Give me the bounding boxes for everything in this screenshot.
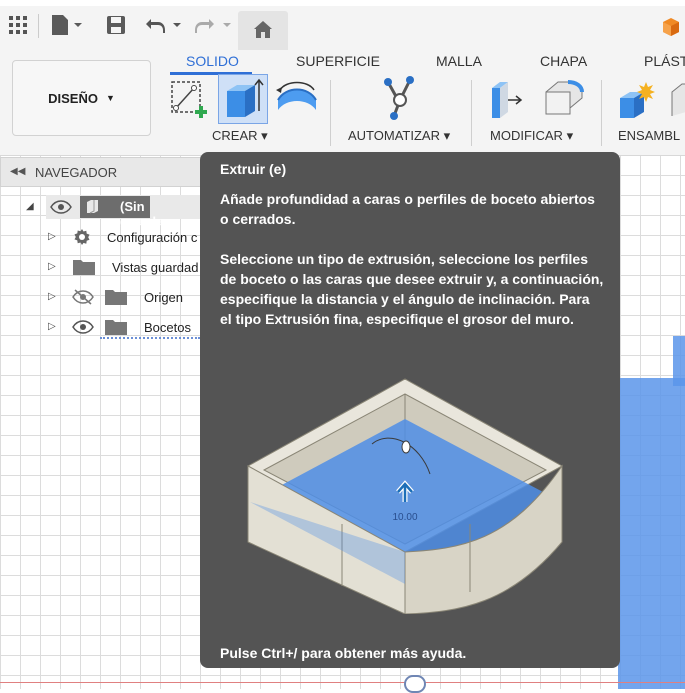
workspace-dropdown[interactable]: DISEÑO ▼ xyxy=(12,60,151,136)
browser-root-node[interactable]: (Sin guardar xyxy=(50,195,168,229)
folder-icon xyxy=(105,320,127,335)
sketch-icon xyxy=(171,81,207,118)
browser-item-configuracion[interactable]: Configuración c xyxy=(72,225,197,249)
folder-icon xyxy=(105,290,127,305)
browser-title: NAVEGADOR xyxy=(35,165,118,180)
browser-item-vistas[interactable]: Vistas guardad xyxy=(72,255,199,279)
browser-item-label: Configuración c xyxy=(107,229,198,245)
tab-solido[interactable]: SOLIDO xyxy=(186,53,239,69)
home-tab[interactable] xyxy=(238,11,288,50)
fillet-button[interactable] xyxy=(540,76,588,122)
save-icon[interactable] xyxy=(104,10,128,40)
joint-button[interactable] xyxy=(670,80,685,120)
origin-marker xyxy=(404,675,426,693)
press-pull-button[interactable] xyxy=(486,78,532,122)
tab-malla[interactable]: MALLA xyxy=(436,53,482,69)
chevron-down-icon: ▼ xyxy=(105,93,115,103)
extrude-illustration: 10.00 xyxy=(246,378,564,614)
tab-chapa[interactable]: CHAPA xyxy=(540,53,587,69)
sketch-profile[interactable] xyxy=(618,378,685,689)
visibility-eye-icon[interactable] xyxy=(50,199,72,215)
x-axis-line xyxy=(0,682,685,683)
revolve-icon xyxy=(276,81,317,110)
file-icon[interactable] xyxy=(48,10,88,40)
joint-icon xyxy=(671,83,685,116)
extrude-tooltip: Extruir (e) Añade profundidad a caras o … xyxy=(200,152,620,668)
expand-icon[interactable]: ▷ xyxy=(48,291,56,302)
new-component-icon xyxy=(620,82,655,118)
quick-access-bar xyxy=(0,0,685,51)
browser-item-label: Origen xyxy=(144,289,184,305)
redo-icon[interactable] xyxy=(194,10,234,40)
tab-plastico[interactable]: PLÁST xyxy=(644,53,685,69)
document-icon xyxy=(87,200,98,214)
browser-item-origen[interactable]: Origen xyxy=(72,285,183,309)
group-modificar-label[interactable]: MODIFICAR ▾ xyxy=(490,128,573,144)
tab-superficie[interactable]: SUPERFICIE xyxy=(296,53,380,69)
expand-icon[interactable]: ▷ xyxy=(48,321,56,332)
collapse-root-icon[interactable]: ◢ xyxy=(26,201,34,212)
sketch-profile-top[interactable] xyxy=(673,336,685,386)
tooltip-description: Añade profundidad a caras o perfiles de … xyxy=(220,191,595,227)
extrude-distance-label: 10.00 xyxy=(392,512,417,523)
expand-icon[interactable]: ▷ xyxy=(48,231,56,242)
new-component-button[interactable] xyxy=(612,78,658,122)
browser-item-label: Bocetos xyxy=(144,319,191,335)
revolve-button[interactable] xyxy=(272,78,322,120)
undo-icon[interactable] xyxy=(144,10,184,40)
visibility-eye-icon[interactable] xyxy=(72,319,94,335)
automate-icon xyxy=(384,76,414,120)
home-icon xyxy=(254,21,272,38)
sketch-underline xyxy=(100,335,200,339)
group-ensamblar-label[interactable]: ENSAMBL xyxy=(618,128,680,143)
tooltip-help-hint: Pulse Ctrl+/ para obtener más ayuda. xyxy=(220,645,467,661)
automate-button[interactable] xyxy=(376,76,424,122)
folder-icon xyxy=(73,260,95,275)
tooltip-title: Extruir (e) xyxy=(220,161,287,177)
visibility-hidden-icon[interactable] xyxy=(72,289,94,305)
browser-header: ◀◀ NAVEGADOR xyxy=(0,157,205,187)
workspace-label: DISEÑO xyxy=(48,90,98,106)
tooltip-instructions: Seleccione un tipo de extrusión, selecci… xyxy=(220,251,604,327)
fillet-icon xyxy=(545,80,584,115)
gear-icon xyxy=(74,229,90,245)
extrude-button[interactable] xyxy=(218,74,268,124)
app-cube-icon[interactable] xyxy=(661,17,681,37)
collapse-icon[interactable]: ◀◀ xyxy=(10,166,25,177)
expand-icon[interactable]: ▷ xyxy=(48,261,56,272)
grid-icon[interactable] xyxy=(6,10,30,40)
press-pull-icon xyxy=(492,82,523,118)
create-sketch-button[interactable] xyxy=(168,78,212,120)
extrude-icon xyxy=(227,78,264,117)
group-crear-label[interactable]: CREAR ▾ xyxy=(212,128,268,144)
group-automatizar-label[interactable]: AUTOMATIZAR ▾ xyxy=(348,128,450,144)
browser-item-label: Vistas guardad xyxy=(112,259,199,275)
